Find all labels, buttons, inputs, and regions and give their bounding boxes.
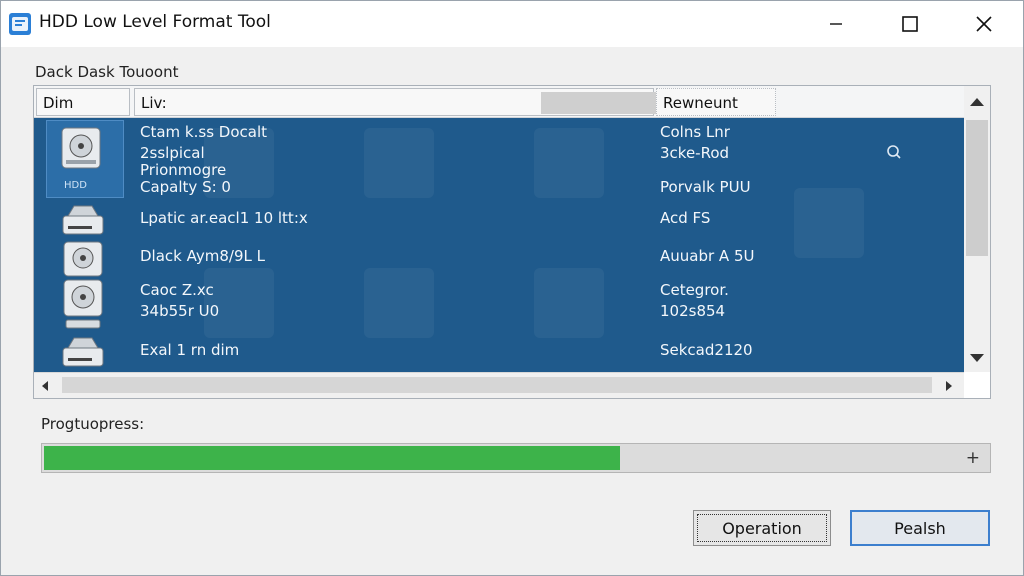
row-name-line: 34b55r U0 xyxy=(140,302,220,320)
pealsh-button[interactable]: Pealsh xyxy=(850,510,990,546)
column-header-liv-label: Liv: xyxy=(141,94,167,112)
column-header-dim[interactable]: Dim xyxy=(36,88,130,116)
row-name-cell: Dlack Aym8/9L L xyxy=(140,247,265,265)
app-icon xyxy=(9,13,31,35)
row-name-line: Capalty S: 0 xyxy=(140,178,231,196)
hard-drive-icon xyxy=(61,127,101,169)
scroll-left-icon[interactable] xyxy=(42,381,48,391)
row-rem-cell: Acd FS xyxy=(660,209,711,227)
scroll-right-icon[interactable] xyxy=(946,381,952,391)
progress-bar: + xyxy=(41,443,991,473)
hard-drive-icon xyxy=(63,279,103,329)
close-icon xyxy=(976,16,992,32)
table-row[interactable]: Caoc Z.xc 34b55r U0 Cetegror. 102s854 xyxy=(34,276,964,330)
maximize-icon xyxy=(902,16,918,32)
row-name-line: Prionmogre xyxy=(140,161,227,179)
maximize-button[interactable] xyxy=(887,1,933,47)
row-rem-line xyxy=(660,164,751,177)
close-button[interactable] xyxy=(961,1,1007,47)
row-name-cell: Lpatic ar.eacl1 10 ltt:x xyxy=(140,209,308,227)
search-icon[interactable] xyxy=(886,144,902,160)
row-rem-cell: Cetegror. 102s854 xyxy=(660,280,729,322)
hard-drive-icon xyxy=(63,241,103,277)
row-name-line: Ctam k.ss Docalt xyxy=(140,123,267,141)
scroll-down-icon[interactable] xyxy=(970,354,984,362)
table-row[interactable]: Exal 1 rn dim Sekcad2120 xyxy=(34,330,964,370)
row-name-cell: Caoc Z.xc 34b55r U0 xyxy=(140,280,219,322)
row-rem-line: 102s854 xyxy=(660,302,726,320)
list-body[interactable]: HDD Ctam k.ss Docalt 2sslpical Prionmogr… xyxy=(34,118,964,372)
row-name-cell: Exal 1 rn dim xyxy=(140,341,240,359)
row-rem-cell: Sekcad2120 xyxy=(660,341,753,359)
operation-button[interactable]: Operation xyxy=(693,510,831,546)
disk-group-label: Dack Dask Touoont xyxy=(35,63,179,81)
row-rem-line: Colns Lnr xyxy=(660,123,730,141)
table-row[interactable]: Lpatic ar.eacl1 10 ltt:x Acd FS xyxy=(34,202,964,236)
row-rem-cell: Auuabr A 5U xyxy=(660,247,755,265)
row-rem-cell: Colns Lnr 3cke-Rod Porvalk PUU xyxy=(660,122,751,198)
progress-label: Progtuopress: xyxy=(41,415,145,433)
app-window: HDD Low Level Format Tool Dack Dask Touo… xyxy=(0,0,1024,576)
row-rem-line: Porvalk PUU xyxy=(660,178,751,196)
minimize-icon xyxy=(830,23,842,25)
horizontal-scrollbar[interactable] xyxy=(34,372,964,398)
hard-drive-icon xyxy=(62,337,104,367)
selected-icon-caption: HDD xyxy=(64,180,87,191)
title-bar: HDD Low Level Format Tool xyxy=(1,1,1023,47)
scroll-up-icon[interactable] xyxy=(970,98,984,106)
table-row[interactable]: HDD Ctam k.ss Docalt 2sslpical Prionmogr… xyxy=(34,118,964,200)
progress-expand-icon[interactable]: + xyxy=(966,448,980,468)
row-name-cell: Ctam k.ss Docalt 2sslpical Prionmogre Ca… xyxy=(140,122,267,198)
horizontal-scroll-thumb[interactable] xyxy=(62,377,932,393)
column-header-rewneunt[interactable]: Rewneunt xyxy=(656,88,776,116)
column-header-liv[interactable]: Liv: xyxy=(134,88,751,116)
row-rem-line: Cetegror. xyxy=(660,281,729,299)
list-header: Dim Liv: Rewneunt xyxy=(34,86,964,118)
vertical-scrollbar[interactable] xyxy=(964,86,990,372)
disk-list[interactable]: Dim Liv: Rewneunt HDD Ctam k.ss Docalt 2… xyxy=(33,85,991,399)
vertical-scroll-thumb[interactable] xyxy=(966,120,988,256)
minimize-button[interactable] xyxy=(813,1,859,47)
row-rem-line: 3cke-Rod xyxy=(660,144,730,162)
table-row[interactable]: Dlack Aym8/9L L Auuabr A 5U xyxy=(34,238,964,277)
row-name-line: Caoc Z.xc xyxy=(140,281,214,299)
window-title: HDD Low Level Format Tool xyxy=(39,12,271,32)
progress-fill xyxy=(44,446,620,470)
hard-drive-icon xyxy=(62,205,104,235)
